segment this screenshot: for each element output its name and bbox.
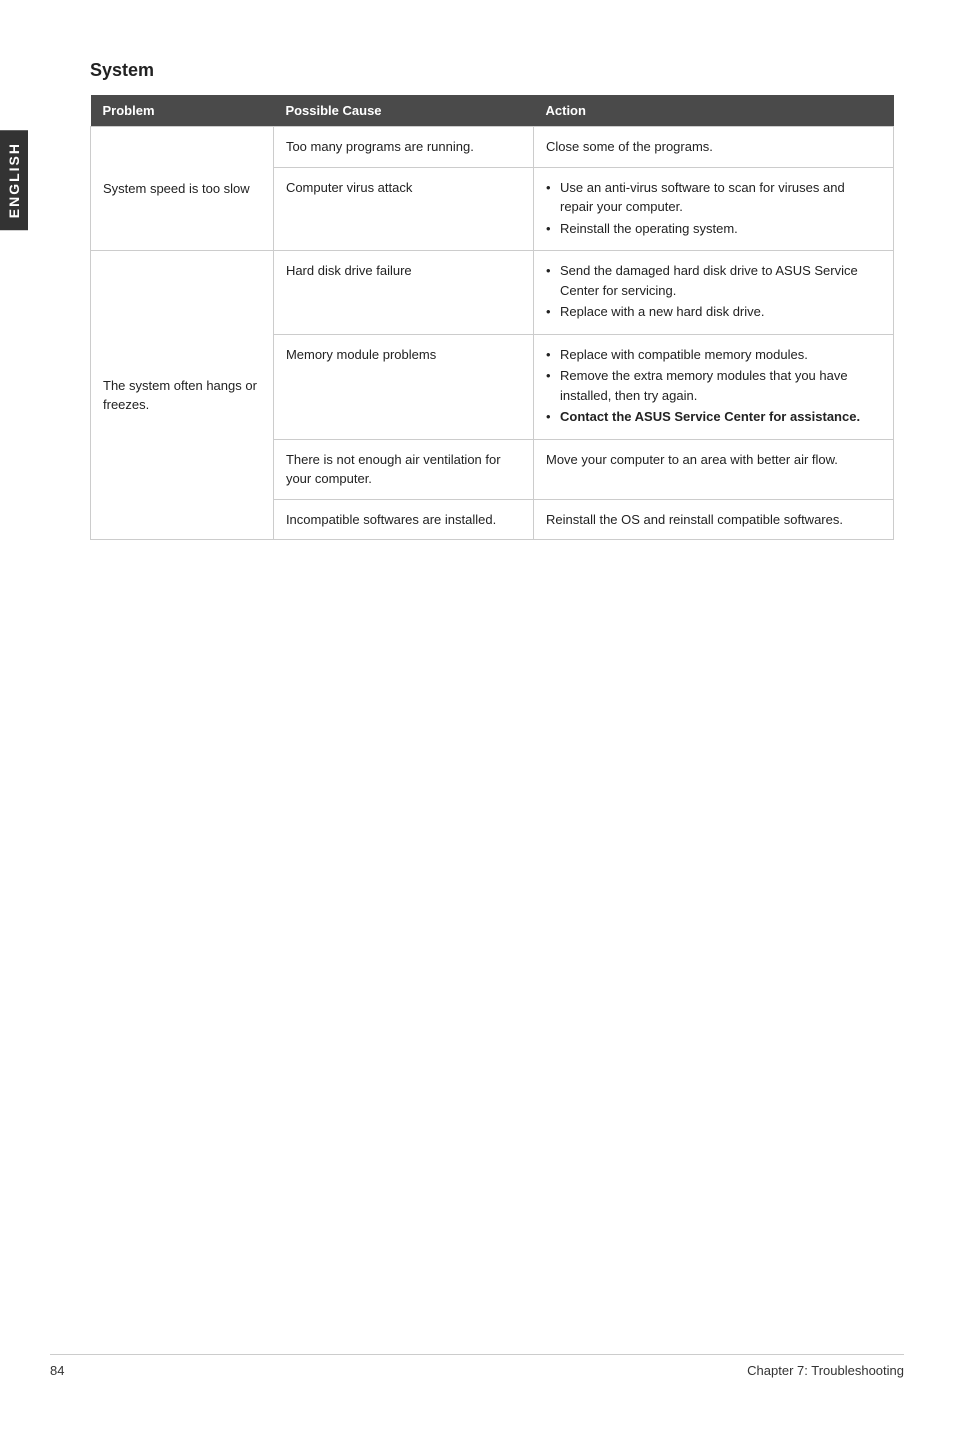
action-item: Replace with compatible memory modules.	[546, 345, 881, 365]
action-item: Send the damaged hard disk drive to ASUS…	[546, 261, 881, 300]
main-content: System Problem Possible Cause Action Sys…	[50, 0, 954, 600]
table-row: The system often hangs or freezes.Hard d…	[91, 251, 894, 335]
action-item: Reinstall the operating system.	[546, 219, 881, 239]
section-title: System	[90, 60, 894, 81]
action-item: Contact the ASUS Service Center for assi…	[546, 407, 881, 427]
side-tab: ENGLISH	[0, 130, 28, 230]
header-problem: Problem	[91, 95, 274, 127]
action-item: Use an anti-virus software to scan for v…	[546, 178, 881, 217]
footer: 84 Chapter 7: Troubleshooting	[50, 1354, 904, 1378]
cause-cell: Incompatible softwares are installed.	[273, 499, 533, 540]
action-item: Remove the extra memory modules that you…	[546, 366, 881, 405]
problem-cell: System speed is too slow	[91, 127, 274, 251]
page-number: 84	[50, 1363, 64, 1378]
table-row: System speed is too slowToo many program…	[91, 127, 894, 168]
action-cell: Use an anti-virus software to scan for v…	[534, 167, 894, 251]
header-action: Action	[534, 95, 894, 127]
problem-cell: The system often hangs or freezes.	[91, 251, 274, 540]
action-cell: Replace with compatible memory modules.R…	[534, 334, 894, 439]
troubleshooting-table: Problem Possible Cause Action System spe…	[90, 95, 894, 540]
table-header-row: Problem Possible Cause Action	[91, 95, 894, 127]
action-item: Replace with a new hard disk drive.	[546, 302, 881, 322]
action-cell: Send the damaged hard disk drive to ASUS…	[534, 251, 894, 335]
action-cell: Reinstall the OS and reinstall compatibl…	[534, 499, 894, 540]
side-tab-label: ENGLISH	[6, 142, 22, 218]
action-cell: Close some of the programs.	[534, 127, 894, 168]
cause-cell: Too many programs are running.	[273, 127, 533, 168]
action-cell: Move your computer to an area with bette…	[534, 439, 894, 499]
cause-cell: Computer virus attack	[273, 167, 533, 251]
chapter-label: Chapter 7: Troubleshooting	[747, 1363, 904, 1378]
cause-cell: Memory module problems	[273, 334, 533, 439]
cause-cell: Hard disk drive failure	[273, 251, 533, 335]
header-cause: Possible Cause	[273, 95, 533, 127]
cause-cell: There is not enough air ventilation for …	[273, 439, 533, 499]
